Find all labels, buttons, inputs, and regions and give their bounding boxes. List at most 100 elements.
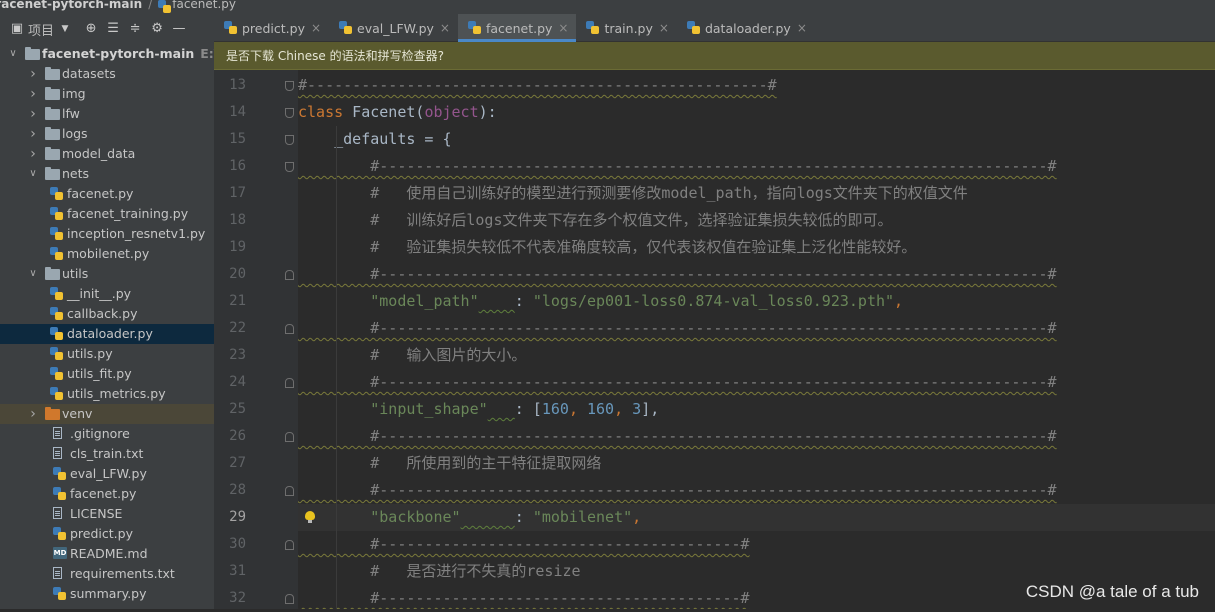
code-line[interactable]: #---------------------------------------… <box>298 315 1056 342</box>
fold-start-icon[interactable] <box>285 162 294 172</box>
panel-layout-icon[interactable]: ▣ <box>10 22 24 36</box>
close-icon[interactable]: × <box>659 21 669 35</box>
chevron-right-icon[interactable]: › <box>28 144 38 164</box>
folder-icon <box>45 147 60 160</box>
tree-item[interactable]: utils_metrics.py <box>0 384 214 404</box>
code-editor[interactable]: #---------------------------------------… <box>298 70 1215 609</box>
tree-item[interactable]: LICENSE <box>0 504 214 524</box>
tree-item-label: cls_train.txt <box>70 446 144 461</box>
tab-predict-py[interactable]: predict.py × <box>214 14 329 42</box>
tree-item[interactable]: ∨ nets <box>0 164 214 184</box>
tree-item[interactable]: facenet_training.py <box>0 204 214 224</box>
code-line[interactable]: "backbone" : "mobilenet", <box>298 504 1215 531</box>
code-token: , <box>614 400 633 418</box>
tree-item[interactable]: eval_LFW.py <box>0 464 214 484</box>
code-token: ): <box>478 103 497 121</box>
expand-all-icon[interactable]: ☰ <box>106 22 120 36</box>
tree-item[interactable]: __init__.py <box>0 284 214 304</box>
code-token: #---------------------------------------… <box>298 427 1057 445</box>
tab-label: dataloader.py <box>704 20 791 36</box>
close-icon[interactable]: × <box>558 21 568 35</box>
tree-item[interactable]: summary.py <box>0 584 214 604</box>
chevron-down-icon[interactable]: ∨ <box>28 164 38 184</box>
tree-item[interactable]: utils_fit.py <box>0 364 214 384</box>
fold-end-icon[interactable] <box>285 594 294 604</box>
tab-train-py[interactable]: train.py × <box>576 14 676 42</box>
code-line[interactable]: #---------------------------------------… <box>298 153 1056 180</box>
gear-icon[interactable]: ⚙ <box>150 22 164 36</box>
tree-item[interactable]: › lfw <box>0 104 214 124</box>
code-line[interactable]: #---------------------------------------… <box>298 369 1056 396</box>
chevron-down-icon[interactable]: ▼ <box>58 22 72 36</box>
fold-end-icon[interactable] <box>285 540 294 550</box>
code-line[interactable]: # 输入图片的大小。 <box>298 342 526 369</box>
fold-end-icon[interactable] <box>285 378 294 388</box>
close-icon[interactable]: × <box>311 21 321 35</box>
breadcrumb-file[interactable]: facenet.py <box>172 0 236 10</box>
code-line[interactable]: #---------------------------------------… <box>298 72 777 99</box>
tree-item[interactable]: facenet.py <box>0 484 214 504</box>
tree-item[interactable]: .gitignore <box>0 424 214 444</box>
chevron-right-icon[interactable]: › <box>28 404 38 424</box>
tree-item[interactable]: ∨ utils <box>0 264 214 284</box>
close-icon[interactable]: × <box>440 21 450 35</box>
lightbulb-icon[interactable] <box>305 511 315 523</box>
code-line[interactable]: #---------------------------------------… <box>298 261 1056 288</box>
fold-start-icon[interactable] <box>285 81 294 91</box>
tree-item[interactable]: callback.py <box>0 304 214 324</box>
project-panel-title[interactable]: 项目 <box>28 20 54 39</box>
tab-dataloader-py[interactable]: dataloader.py × <box>677 14 815 42</box>
code-line[interactable]: "model_path" : "logs/ep001-loss0.874-val… <box>298 288 903 315</box>
code-line[interactable]: # 验证集损失较低不代表准确度较高，仅代表该权值在验证集上泛化性能较好。 <box>298 234 916 261</box>
close-icon[interactable]: × <box>797 21 807 35</box>
tree-item[interactable]: utils.py <box>0 344 214 364</box>
tab-eval_lfw-py[interactable]: eval_LFW.py × <box>329 14 458 42</box>
tree-item[interactable]: inception_resnetv1.py <box>0 224 214 244</box>
tree-item[interactable]: dataloader.py <box>0 324 214 344</box>
code-token: #---------------------------------------… <box>298 589 750 607</box>
spellcheck-banner[interactable]: 是否下载 Chinese 的语法和拼写检查器? <box>214 42 1215 70</box>
breadcrumb-project[interactable]: facenet-pytorch-main <box>0 0 142 10</box>
code-line[interactable]: # 使用自己训练好的模型进行预测要修改model_path，指向logs文件夹下… <box>298 180 968 207</box>
code-line[interactable]: "input_shape" : [160, 160, 3], <box>298 396 659 423</box>
chevron-right-icon[interactable]: › <box>28 124 38 144</box>
fold-start-icon[interactable] <box>285 108 294 118</box>
tree-item[interactable]: mobilenet.py <box>0 244 214 264</box>
tree-item[interactable]: facenet.py <box>0 184 214 204</box>
fold-end-icon[interactable] <box>285 324 294 334</box>
code-line[interactable]: #---------------------------------------… <box>298 423 1057 450</box>
tab-facenet-py[interactable]: facenet.py × <box>457 14 577 42</box>
locate-file-icon[interactable]: ⊕ <box>84 22 98 36</box>
fold-end-icon[interactable] <box>285 270 294 280</box>
tree-item[interactable]: ∨ facenet-pytorch-main E:\facenet <box>0 44 214 64</box>
tree-item[interactable]: cls_train.txt <box>0 444 214 464</box>
chevron-right-icon[interactable]: › <box>28 104 38 124</box>
code-token: 3 <box>632 400 642 418</box>
code-line[interactable]: # 训练好后logs文件夹下存在多个权值文件，选择验证集损失较低的即可。 <box>298 207 892 234</box>
code-line[interactable]: class Facenet(object): <box>298 99 497 126</box>
tree-item[interactable]: › datasets <box>0 64 214 84</box>
code-line[interactable]: #---------------------------------------… <box>298 531 749 558</box>
code-line[interactable]: #---------------------------------------… <box>298 585 750 609</box>
code-line[interactable]: # 是否进行不失真的resize <box>298 558 580 585</box>
code-line[interactable]: # 所使用到的主干特征提取网络 <box>298 450 601 477</box>
fold-end-icon[interactable] <box>285 486 294 496</box>
tree-item[interactable]: › logs <box>0 124 214 144</box>
code-line[interactable]: _defaults = { <box>298 126 451 153</box>
chevron-right-icon[interactable]: › <box>28 84 38 104</box>
tree-item[interactable]: › img <box>0 84 214 104</box>
fold-end-icon[interactable] <box>285 432 294 442</box>
chevron-down-icon[interactable]: ∨ <box>8 44 18 64</box>
collapse-all-icon[interactable]: ≑ <box>128 22 142 36</box>
fold-start-icon[interactable] <box>285 135 294 145</box>
chevron-down-icon[interactable]: ∨ <box>28 264 38 284</box>
tree-item[interactable]: › venv <box>0 404 214 424</box>
code-line[interactable]: #---------------------------------------… <box>298 477 1056 504</box>
tree-item-label: inception_resnetv1.py <box>67 226 206 241</box>
tree-item[interactable]: MD README.md <box>0 544 214 564</box>
tree-item[interactable]: › model_data <box>0 144 214 164</box>
tree-item[interactable]: predict.py <box>0 524 214 544</box>
hide-panel-icon[interactable]: — <box>172 22 186 36</box>
tree-item[interactable]: requirements.txt <box>0 564 214 584</box>
chevron-right-icon[interactable]: › <box>28 64 38 84</box>
